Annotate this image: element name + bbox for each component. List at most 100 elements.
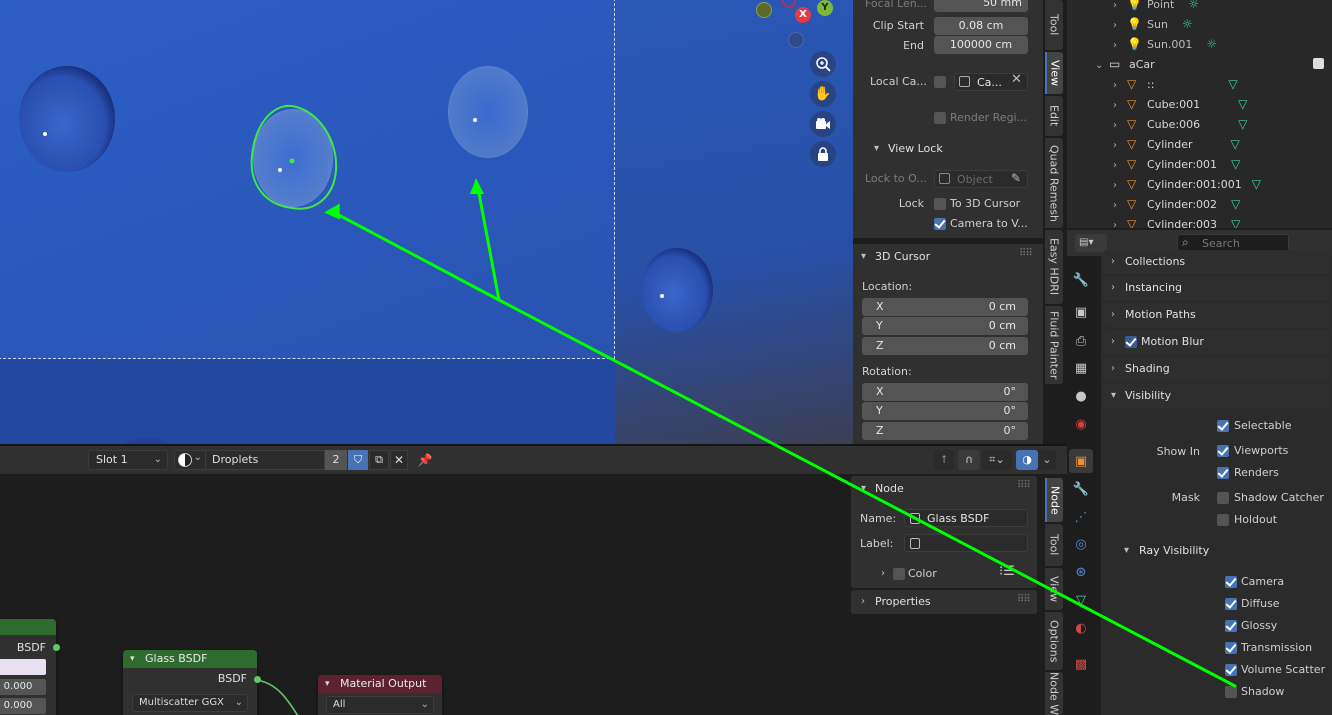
physics-tab-icon[interactable]: ◎	[1071, 534, 1091, 554]
node-name-field[interactable]: Glass BSDF	[904, 509, 1028, 527]
camera-to-view-checkbox[interactable]	[934, 218, 946, 230]
chevron-right-icon[interactable]: ›	[1113, 76, 1127, 96]
mesh-data-icon[interactable]: ▽	[1228, 77, 1237, 91]
view-lock-chevron-icon[interactable]: ▾	[874, 143, 879, 154]
material-tab-icon[interactable]: ◐	[1071, 618, 1091, 638]
editor-type-button[interactable]: ▤▾	[1075, 234, 1107, 252]
viewport-3d[interactable]: X Y ✋	[0, 0, 853, 444]
node-editor[interactable]: Slot 1 ⌄ ⌄ Droplets 2 ⛉ ⧉ ✕ 📌 ⭡ ∩ ⌗⌄ ◑ ⌄	[0, 446, 1067, 715]
drag-handle-icon[interactable]: ⠿⠿	[1017, 594, 1031, 605]
chevron-right-icon[interactable]: ›	[1113, 136, 1127, 156]
unlink-material-button[interactable]: ✕	[390, 450, 408, 470]
render-tab-icon[interactable]: ▣	[1071, 302, 1091, 322]
material-name-field[interactable]: Droplets	[205, 450, 325, 470]
particles-tab-icon[interactable]: ⋰	[1071, 507, 1091, 527]
renders-checkbox[interactable]	[1217, 467, 1229, 479]
ray-checkbox[interactable]	[1225, 664, 1237, 676]
node-label-field[interactable]	[904, 534, 1028, 552]
outliner-item[interactable]: › 💡 Sun ☼	[1113, 14, 1332, 34]
light-data-icon[interactable]: ☼	[1182, 17, 1193, 31]
location-z-field[interactable]: Z 0 cm	[862, 337, 1028, 355]
collection-exclude-checkbox[interactable]	[1313, 58, 1324, 69]
mesh-data-icon[interactable]: ▽	[1238, 117, 1247, 131]
chevron-right-icon[interactable]: ›	[1113, 116, 1127, 136]
ray-visibility-chevron-icon[interactable]: ▾	[1124, 545, 1129, 556]
focal-length-field[interactable]: 50 mm	[934, 0, 1028, 12]
outliner-item[interactable]: › ▽ Cylinder ▽	[1113, 134, 1332, 154]
ray-visibility-header[interactable]: Ray Visibility	[1139, 544, 1209, 557]
tab-node-view[interactable]: View	[1045, 568, 1063, 610]
ray-checkbox[interactable]	[1225, 686, 1237, 698]
render-region-checkbox[interactable]	[934, 112, 946, 124]
tab-view[interactable]: View	[1045, 52, 1063, 94]
rotation-y-field[interactable]: Y 0°	[862, 402, 1028, 420]
local-camera-checkbox[interactable]	[934, 76, 946, 88]
color-chevron-icon[interactable]: ›	[881, 568, 885, 579]
constraints-tab-icon[interactable]: ⊛	[1071, 562, 1091, 582]
duplicate-material-button[interactable]: ⧉	[369, 450, 389, 470]
light-data-icon[interactable]: ☼	[1188, 0, 1199, 11]
clear-icon[interactable]: ✕	[1011, 72, 1022, 87]
pin-button[interactable]: 📌	[416, 450, 434, 470]
chevron-right-icon[interactable]: ›	[1113, 96, 1127, 116]
scene-tab-icon[interactable]: ●	[1071, 386, 1091, 406]
instancing-panel[interactable]: › Instancing	[1103, 276, 1330, 300]
outliner-item[interactable]: › ▽ Cylinder:001:001 ▽	[1113, 174, 1332, 194]
eyedropper-icon[interactable]: ✎	[1011, 171, 1021, 185]
node-panel-header[interactable]: Node	[875, 482, 904, 495]
chevron-right-icon[interactable]: ›	[1113, 16, 1127, 36]
properties-panel[interactable]: › Properties ⠿⠿	[851, 590, 1037, 614]
mesh-data-icon[interactable]: ▽	[1231, 157, 1240, 171]
location-y-field[interactable]: Y 0 cm	[862, 317, 1028, 335]
zoom-button[interactable]	[810, 51, 836, 77]
node-panel-chevron-icon[interactable]: ▾	[861, 483, 866, 494]
cursor-panel-chevron-icon[interactable]: ▾	[861, 251, 866, 262]
view-layer-tab-icon[interactable]: ▦	[1071, 358, 1091, 378]
pan-button[interactable]: ✋	[810, 81, 836, 107]
outliner-item[interactable]: › ▽ Cylinder:002 ▽	[1113, 194, 1332, 214]
mesh-data-icon[interactable]: ▽	[1231, 137, 1240, 151]
tab-node-tool[interactable]: Tool	[1045, 524, 1063, 566]
drag-handle-icon[interactable]: ⠿⠿	[1017, 480, 1031, 491]
snap-mode-button[interactable]: ⌗⌄	[982, 450, 1012, 470]
location-x-field[interactable]: X 0 cm	[862, 298, 1028, 316]
clip-start-field[interactable]: 0.08 cm	[934, 17, 1028, 35]
viewports-checkbox[interactable]	[1217, 445, 1229, 457]
rotation-z-field[interactable]: Z 0°	[862, 422, 1028, 440]
lock-view-button[interactable]	[810, 141, 836, 167]
shading-panel[interactable]: › Shading	[1103, 357, 1330, 381]
chevron-right-icon[interactable]: ›	[1113, 156, 1127, 176]
ray-checkbox[interactable]	[1225, 620, 1237, 632]
object-tab-icon[interactable]: ▣	[1069, 449, 1093, 473]
outliner-item[interactable]: ⌄ ▭ aCar	[1095, 54, 1332, 74]
overlays-dropdown[interactable]: ⌄	[1038, 450, 1056, 470]
texture-tab-icon[interactable]: ▩	[1071, 654, 1091, 674]
parent-node-tree-button[interactable]: ⭡	[934, 450, 954, 470]
world-tab-icon[interactable]: ◉	[1071, 414, 1091, 434]
motion-blur-checkbox[interactable]	[1125, 336, 1137, 348]
tool-tab-icon[interactable]: 🔧	[1071, 270, 1091, 290]
ray-checkbox[interactable]	[1225, 642, 1237, 654]
outliner-item[interactable]: › ▽ Cylinder:003 ▽	[1113, 214, 1332, 228]
cursor-panel-header[interactable]: 3D Cursor	[875, 250, 930, 263]
outliner-item[interactable]: › ▽ Cylinder:001 ▽	[1113, 154, 1332, 174]
gizmo-x-axis[interactable]: X	[795, 7, 811, 23]
slot-select[interactable]: Slot 1 ⌄	[88, 450, 168, 470]
outliner-item[interactable]: › 💡 Sun.001 ☼	[1113, 34, 1332, 54]
mesh-data-icon[interactable]: ▽	[1252, 177, 1261, 191]
tab-quad-remesh[interactable]: Quad Remesh	[1045, 138, 1063, 228]
list-icon[interactable]: ⁝☰	[999, 564, 1015, 579]
material-browse-button[interactable]: ⌄	[174, 450, 206, 470]
mesh-data-icon[interactable]: ▽	[1231, 197, 1240, 211]
ray-checkbox[interactable]	[1225, 576, 1237, 588]
color-checkbox[interactable]	[893, 568, 905, 580]
tab-tool[interactable]: Tool	[1045, 0, 1063, 50]
rotation-x-field[interactable]: X 0°	[862, 383, 1028, 401]
outliner-item[interactable]: › ▽ Cube:001 ▽	[1113, 94, 1332, 114]
output-tab-icon[interactable]: ⎙	[1071, 331, 1091, 351]
chevron-right-icon[interactable]: ›	[1113, 176, 1127, 196]
users-count-button[interactable]: 2	[325, 450, 347, 470]
chevron-right-icon[interactable]: ›	[1113, 216, 1127, 228]
tab-easy-hdri[interactable]: Easy HDRI	[1045, 230, 1063, 304]
outliner-item[interactable]: › ▽:: ▽	[1113, 74, 1332, 94]
